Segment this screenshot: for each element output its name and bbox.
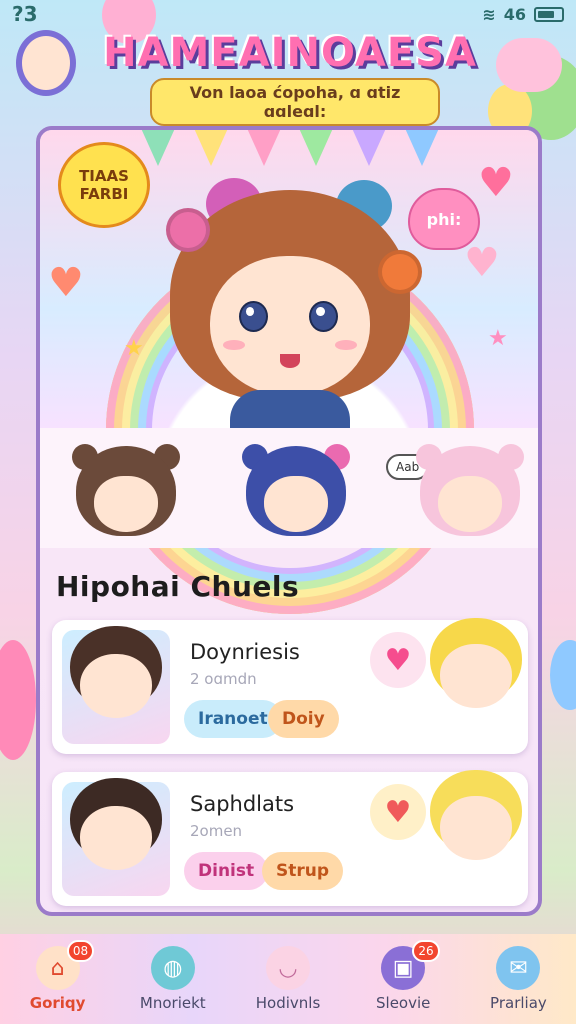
heart-icon: ♥ bbox=[464, 240, 500, 286]
nav-label: Mnoriekt bbox=[139, 994, 206, 1012]
bowl-icon: ◡ bbox=[266, 946, 310, 990]
left-balloon-icon bbox=[0, 640, 36, 760]
planet-icon: ◍ bbox=[150, 946, 195, 990]
hero-character[interactable] bbox=[166, 178, 422, 450]
bunting-flags-icon bbox=[140, 130, 440, 176]
nav-item-chat[interactable]: ✉ Prarliay bbox=[461, 934, 576, 1024]
friends-row: Aab bbox=[40, 428, 538, 548]
notification-badge: 26 bbox=[412, 940, 440, 962]
star-icon: ★ bbox=[488, 326, 508, 351]
notification-badge: 08 bbox=[66, 940, 95, 962]
card-name: Doynriesis bbox=[190, 640, 300, 664]
character-card[interactable]: Doynriesis 2 oɑmdn Iranoet Doiy ♥ bbox=[52, 620, 528, 754]
status-right: ≋ 46 bbox=[482, 5, 564, 24]
card-tag-button[interactable]: Strup bbox=[262, 852, 344, 890]
nav-item-planet[interactable]: ◍ Mnoriekt bbox=[115, 934, 230, 1024]
friend-avatar[interactable] bbox=[72, 444, 180, 546]
card-subtitle: 2 oɑmdn bbox=[190, 670, 257, 688]
mascot-left-icon bbox=[16, 30, 76, 96]
nav-label: Hodivnls bbox=[255, 994, 321, 1012]
nav-label: Goriqy bbox=[29, 994, 86, 1012]
card-tag-button[interactable]: Doiy bbox=[268, 700, 339, 738]
wifi-icon: ≋ bbox=[482, 4, 496, 24]
side-character bbox=[426, 628, 526, 746]
right-balloon-icon bbox=[550, 640, 576, 710]
nav-item-home[interactable]: ⌂ 08 Goriqy bbox=[0, 934, 115, 1024]
heart-icon: ♥ bbox=[48, 260, 84, 306]
bottom-nav: ⌂ 08 Goriqy ◍ Mnoriekt ◡ Hodivnls ▣ 26 S… bbox=[0, 934, 576, 1024]
nav-item-shop[interactable]: ▣ 26 Sleovie bbox=[346, 934, 461, 1024]
chat-bird-icon: ✉ bbox=[496, 946, 541, 990]
game-subtitle: Von laoa ćopoha, ɑ ɑtiz ɑɑleɑl: bbox=[150, 78, 440, 126]
card-tag-button[interactable]: Iranoet bbox=[184, 700, 282, 738]
nav-item-bowl[interactable]: ◡ Hodivnls bbox=[230, 934, 345, 1024]
nav-label: Sleovie bbox=[376, 994, 431, 1012]
card-subtitle: 2omen bbox=[190, 822, 243, 840]
friend-avatar[interactable] bbox=[416, 444, 524, 546]
speech-bubble-tag[interactable]: TIAAS FARBI bbox=[58, 142, 150, 228]
status-bar: ?3 ≋ 46 bbox=[0, 0, 576, 28]
main-panel: TIAAS FARBI phi: ★ ★ ♥ ♥ ♥ Aab Hipohai C… bbox=[36, 126, 542, 916]
heart-icon: ♥ bbox=[478, 160, 514, 206]
card-avatar bbox=[62, 782, 170, 896]
friend-avatar[interactable] bbox=[242, 444, 350, 546]
side-character bbox=[426, 780, 526, 898]
game-title: HAMEAINOAESA bbox=[103, 30, 477, 76]
signal-text: 46 bbox=[503, 4, 526, 24]
nav-label: Prarliay bbox=[490, 994, 547, 1012]
card-tag-button[interactable]: Dinist bbox=[184, 852, 269, 890]
star-icon: ★ bbox=[124, 336, 144, 361]
card-name: Saphdlats bbox=[190, 792, 295, 816]
card-avatar bbox=[62, 630, 170, 744]
status-left-glyph: ?3 bbox=[12, 2, 38, 26]
heart-button[interactable]: ♥ bbox=[370, 632, 426, 688]
section-title: Hipohai Chuels bbox=[56, 570, 300, 603]
heart-button[interactable]: ♥ bbox=[370, 784, 426, 840]
hero-banner: TIAAS FARBI phi: ★ ★ ♥ ♥ ♥ bbox=[40, 130, 538, 450]
character-card[interactable]: Saphdlats 2omen Dinist Strup ♥ bbox=[52, 772, 528, 906]
battery-icon bbox=[534, 6, 564, 22]
